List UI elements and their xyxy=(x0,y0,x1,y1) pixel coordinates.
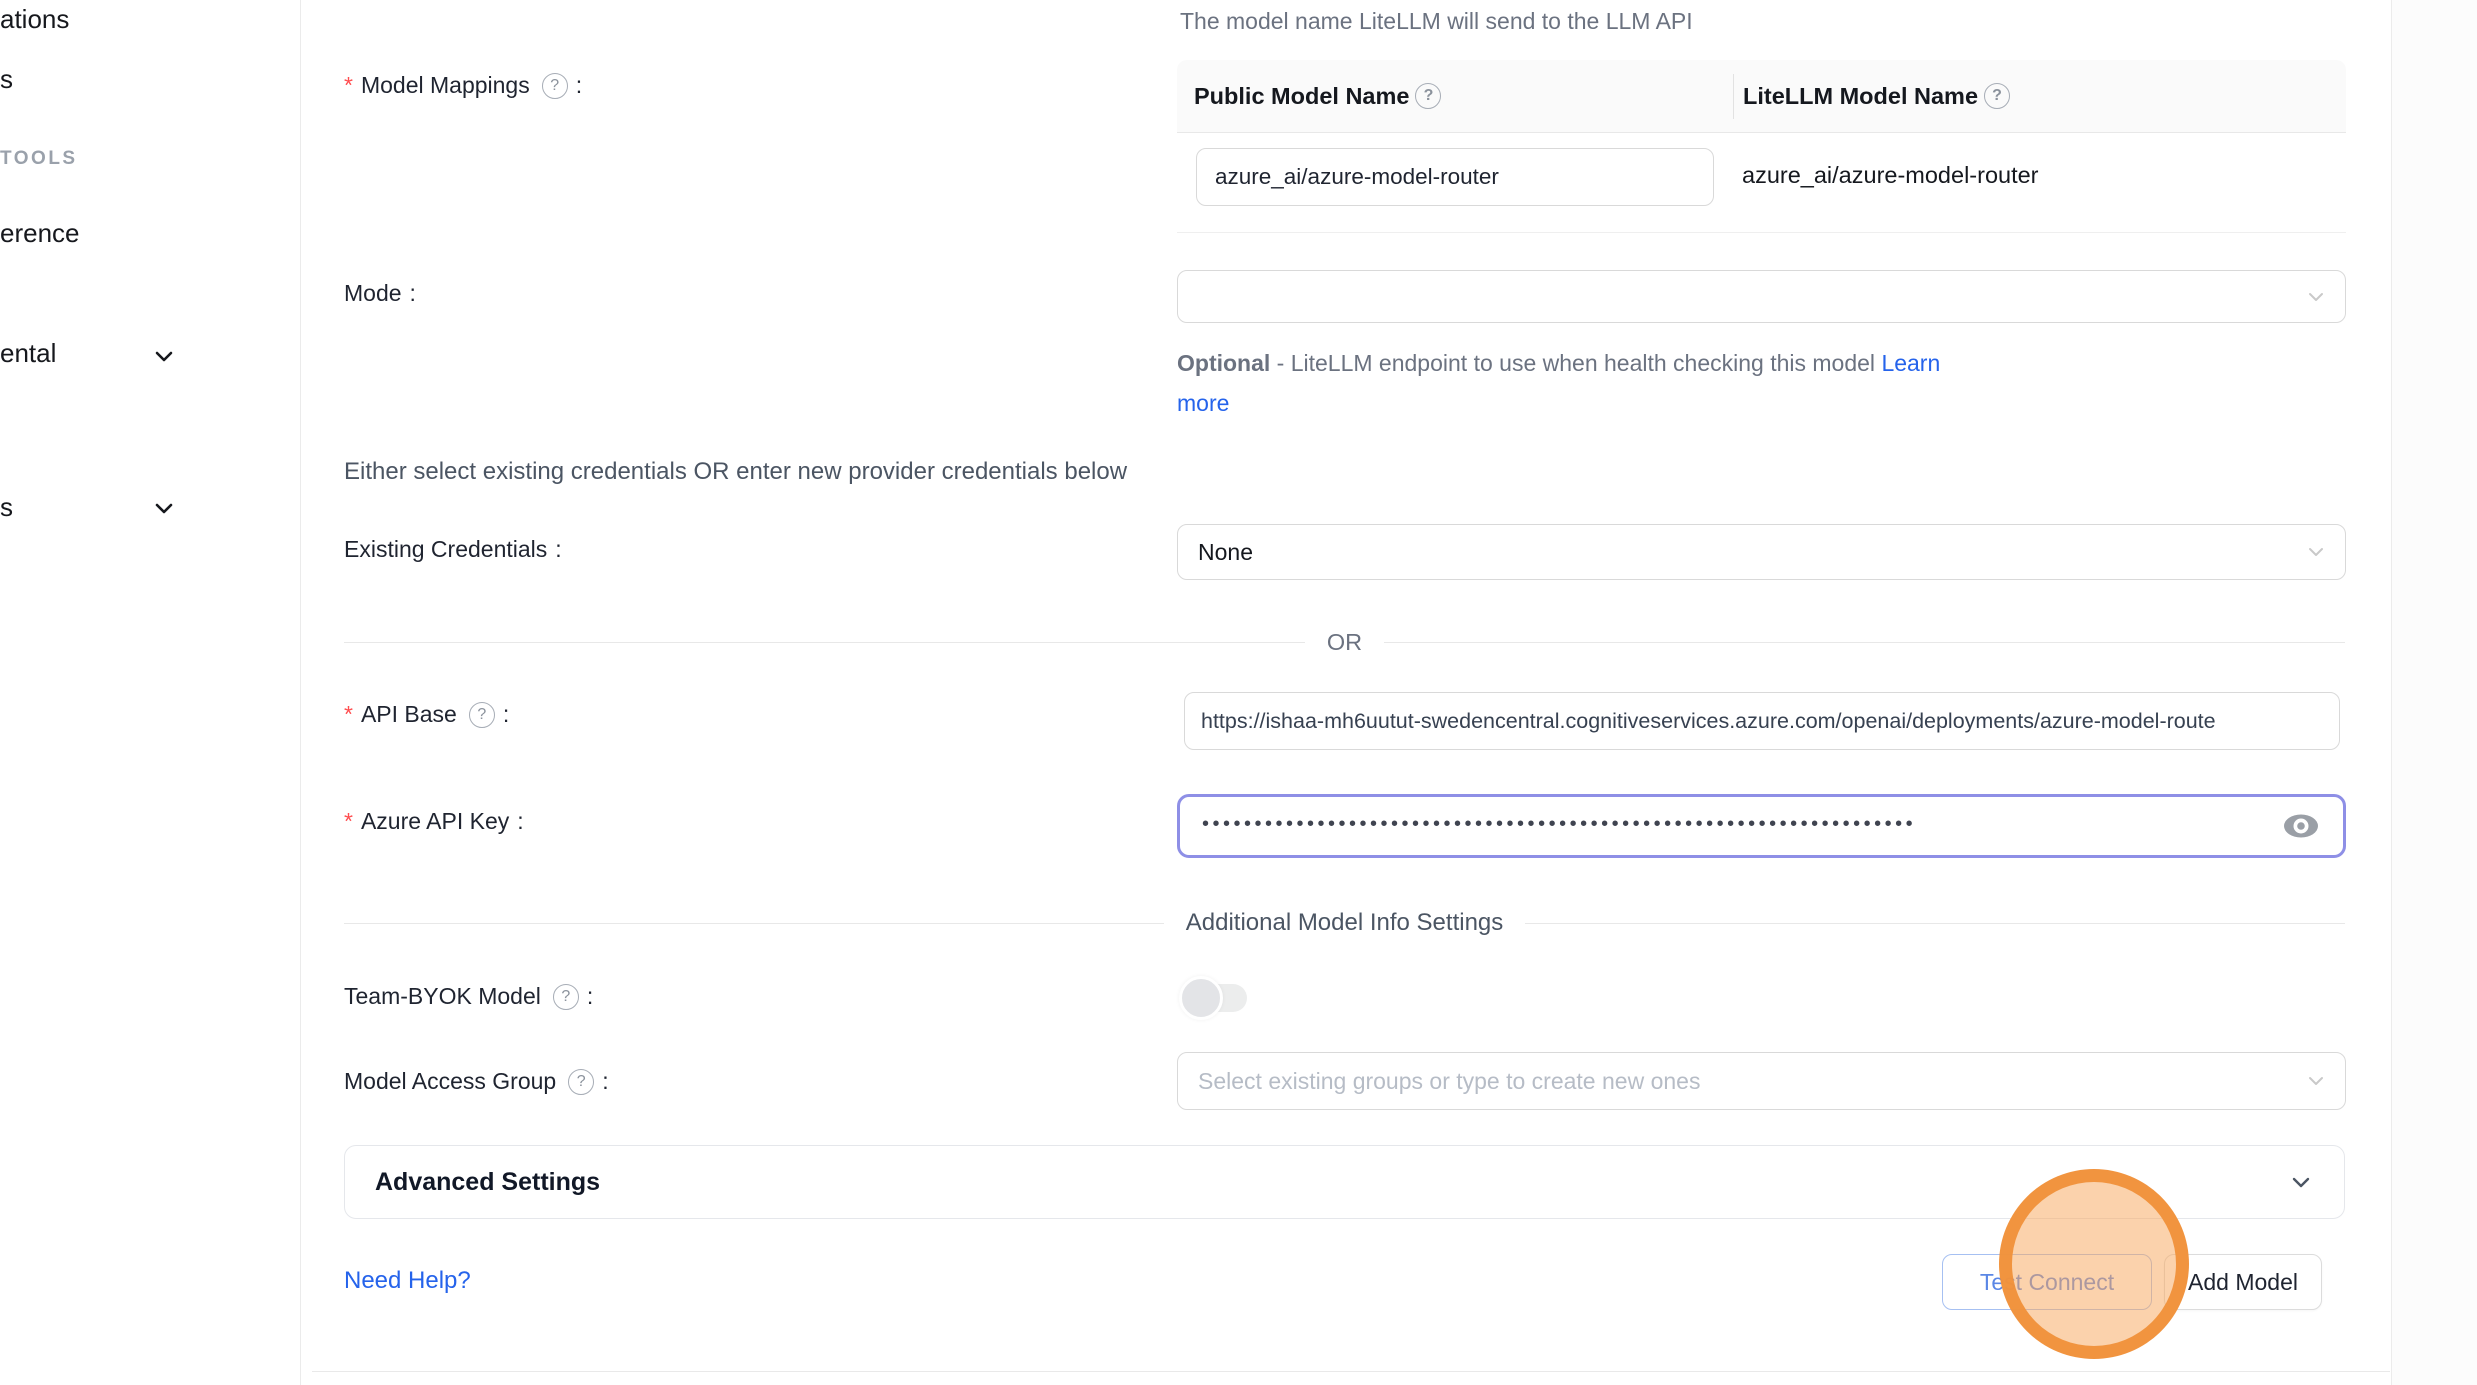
sidebar-divider xyxy=(300,0,301,1385)
azure-api-key-label: * Azure API Key : xyxy=(344,808,524,835)
label-text: Mode xyxy=(344,280,402,307)
chevron-down-icon[interactable] xyxy=(152,344,176,368)
divider-line xyxy=(344,642,1305,643)
page-background-strip xyxy=(2391,0,2477,1385)
add-model-button[interactable]: Add Model xyxy=(2164,1254,2322,1310)
sidebar-section-tools: TOOLS xyxy=(0,148,78,170)
divider-line xyxy=(1384,642,2345,643)
azure-api-key-input[interactable]: ••••••••••••••••••••••••••••••••••••••••… xyxy=(1177,794,2346,858)
label-colon: : xyxy=(576,72,582,99)
divider-text: OR xyxy=(1305,629,1384,656)
header-text: Public Model Name xyxy=(1194,83,1409,110)
eye-icon[interactable] xyxy=(2281,811,2321,841)
sidebar-item-inference[interactable]: erence xyxy=(0,218,80,249)
required-mark: * xyxy=(344,808,353,835)
help-question-icon[interactable]: ? xyxy=(542,73,568,99)
sidebar-item-logs[interactable]: s xyxy=(0,64,13,95)
divider-line xyxy=(1525,923,2345,924)
label-colon: : xyxy=(503,701,509,728)
chevron-down-icon xyxy=(2305,286,2327,308)
help-bold-text: Optional xyxy=(1177,350,1270,376)
help-question-icon[interactable]: ? xyxy=(553,984,579,1010)
label-colon: : xyxy=(587,983,593,1010)
sidebar-item-settings[interactable]: s xyxy=(0,492,13,523)
label-colon: : xyxy=(555,536,561,563)
litellm-model-name-value: azure_ai/azure-model-router xyxy=(1742,162,2039,189)
table-column-divider xyxy=(1733,74,1734,119)
test-connect-button[interactable]: Test Connect xyxy=(1942,1254,2152,1310)
advanced-settings-title: Advanced Settings xyxy=(375,1168,2288,1197)
sidebar-item-organizations[interactable]: ations xyxy=(0,4,69,35)
public-model-name-header: Public Model Name ? xyxy=(1177,83,1733,110)
mode-help-text: Optional - LiteLLM endpoint to use when … xyxy=(1177,343,1992,423)
add-model-form-page: ations s TOOLS erence ental s The model … xyxy=(0,0,2477,1385)
model-mappings-table-header: Public Model Name ? LiteLLM Model Name ? xyxy=(1177,60,2346,133)
label-colon: : xyxy=(602,1068,608,1095)
divider-line xyxy=(344,923,1164,924)
existing-credentials-select[interactable]: None xyxy=(1177,524,2346,580)
masked-password-value: ••••••••••••••••••••••••••••••••••••••••… xyxy=(1202,813,2267,836)
chevron-down-icon xyxy=(2288,1169,2314,1195)
mode-select[interactable] xyxy=(1177,270,2346,323)
help-question-icon[interactable]: ? xyxy=(1984,83,2010,109)
chevron-down-icon xyxy=(2305,1070,2327,1092)
card-bottom-border xyxy=(312,1371,2390,1372)
or-divider: OR xyxy=(344,629,2345,656)
header-text: LiteLLM Model Name xyxy=(1743,83,1978,110)
help-question-icon[interactable]: ? xyxy=(1415,83,1441,109)
label-text: Model Access Group xyxy=(344,1068,556,1095)
advanced-settings-panel[interactable]: Advanced Settings xyxy=(344,1145,2345,1219)
label-text: Existing Credentials xyxy=(344,536,547,563)
additional-model-info-divider: Additional Model Info Settings xyxy=(344,909,2345,937)
label-colon: : xyxy=(517,808,523,835)
table-row-border xyxy=(1177,232,2346,233)
api-base-input[interactable]: https://ishaa-mh6uutut-swedencentral.cog… xyxy=(1184,692,2340,750)
sidebar-item-label: ental xyxy=(0,338,56,368)
chevron-down-icon[interactable] xyxy=(152,496,176,520)
chevron-down-icon xyxy=(2305,541,2327,563)
label-text: API Base xyxy=(361,701,457,728)
input-value: https://ishaa-mh6uutut-swedencentral.cog… xyxy=(1201,709,2216,734)
sidebar-item-experimental[interactable]: ental xyxy=(0,338,56,369)
label-text: Model Mappings xyxy=(361,72,530,99)
toggle-knob xyxy=(1179,976,1223,1020)
api-base-label: * API Base ? : xyxy=(344,701,509,728)
mode-label: Mode : xyxy=(344,280,416,307)
required-mark: * xyxy=(344,72,353,99)
sidebar-item-label: s xyxy=(0,492,13,522)
select-placeholder: Select existing groups or type to create… xyxy=(1198,1068,1700,1095)
required-mark: * xyxy=(344,701,353,728)
label-text: Azure API Key xyxy=(361,808,509,835)
litellm-model-name-helper-text: The model name LiteLLM will send to the … xyxy=(1180,8,1693,35)
need-help-link[interactable]: Need Help? xyxy=(344,1267,471,1295)
existing-credentials-label: Existing Credentials : xyxy=(344,536,562,563)
select-value: None xyxy=(1198,539,1253,566)
label-colon: : xyxy=(410,280,416,307)
public-model-name-input[interactable] xyxy=(1196,148,1714,206)
help-question-icon[interactable]: ? xyxy=(568,1069,594,1095)
divider-text: Additional Model Info Settings xyxy=(1164,909,1526,937)
model-access-group-select[interactable]: Select existing groups or type to create… xyxy=(1177,1052,2346,1110)
label-text: Team-BYOK Model xyxy=(344,983,541,1010)
team-byok-toggle[interactable] xyxy=(1185,984,1247,1012)
sidebar-section-label: TOOLS xyxy=(0,148,78,169)
sidebar-item-label: ations xyxy=(0,4,69,34)
sidebar-item-label: erence xyxy=(0,218,80,248)
sidebar: ations s TOOLS erence ental s xyxy=(0,0,300,1385)
credentials-note: Either select existing credentials OR en… xyxy=(344,458,1127,486)
team-byok-label: Team-BYOK Model ? : xyxy=(344,983,593,1010)
model-mappings-label: * Model Mappings ? : xyxy=(344,72,582,99)
help-text: - LiteLLM endpoint to use when health ch… xyxy=(1270,350,1881,376)
model-access-group-label: Model Access Group ? : xyxy=(344,1068,609,1095)
help-question-icon[interactable]: ? xyxy=(469,702,495,728)
litellm-model-name-header: LiteLLM Model Name ? xyxy=(1733,83,2010,110)
sidebar-item-label: s xyxy=(0,64,13,94)
